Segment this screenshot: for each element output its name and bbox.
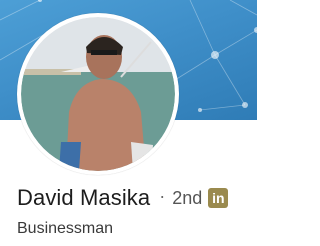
avatar-photo	[21, 17, 175, 171]
profile-headline: Businessman	[17, 220, 114, 237]
name-row: David Masika · 2nd in	[17, 183, 229, 213]
separator-dot: ·	[159, 185, 166, 206]
connection-degree: 2nd	[172, 187, 203, 208]
linkedin-icon: in	[208, 188, 229, 208]
profile-avatar[interactable]	[17, 13, 179, 175]
profile-name[interactable]: David Masika	[17, 185, 150, 211]
